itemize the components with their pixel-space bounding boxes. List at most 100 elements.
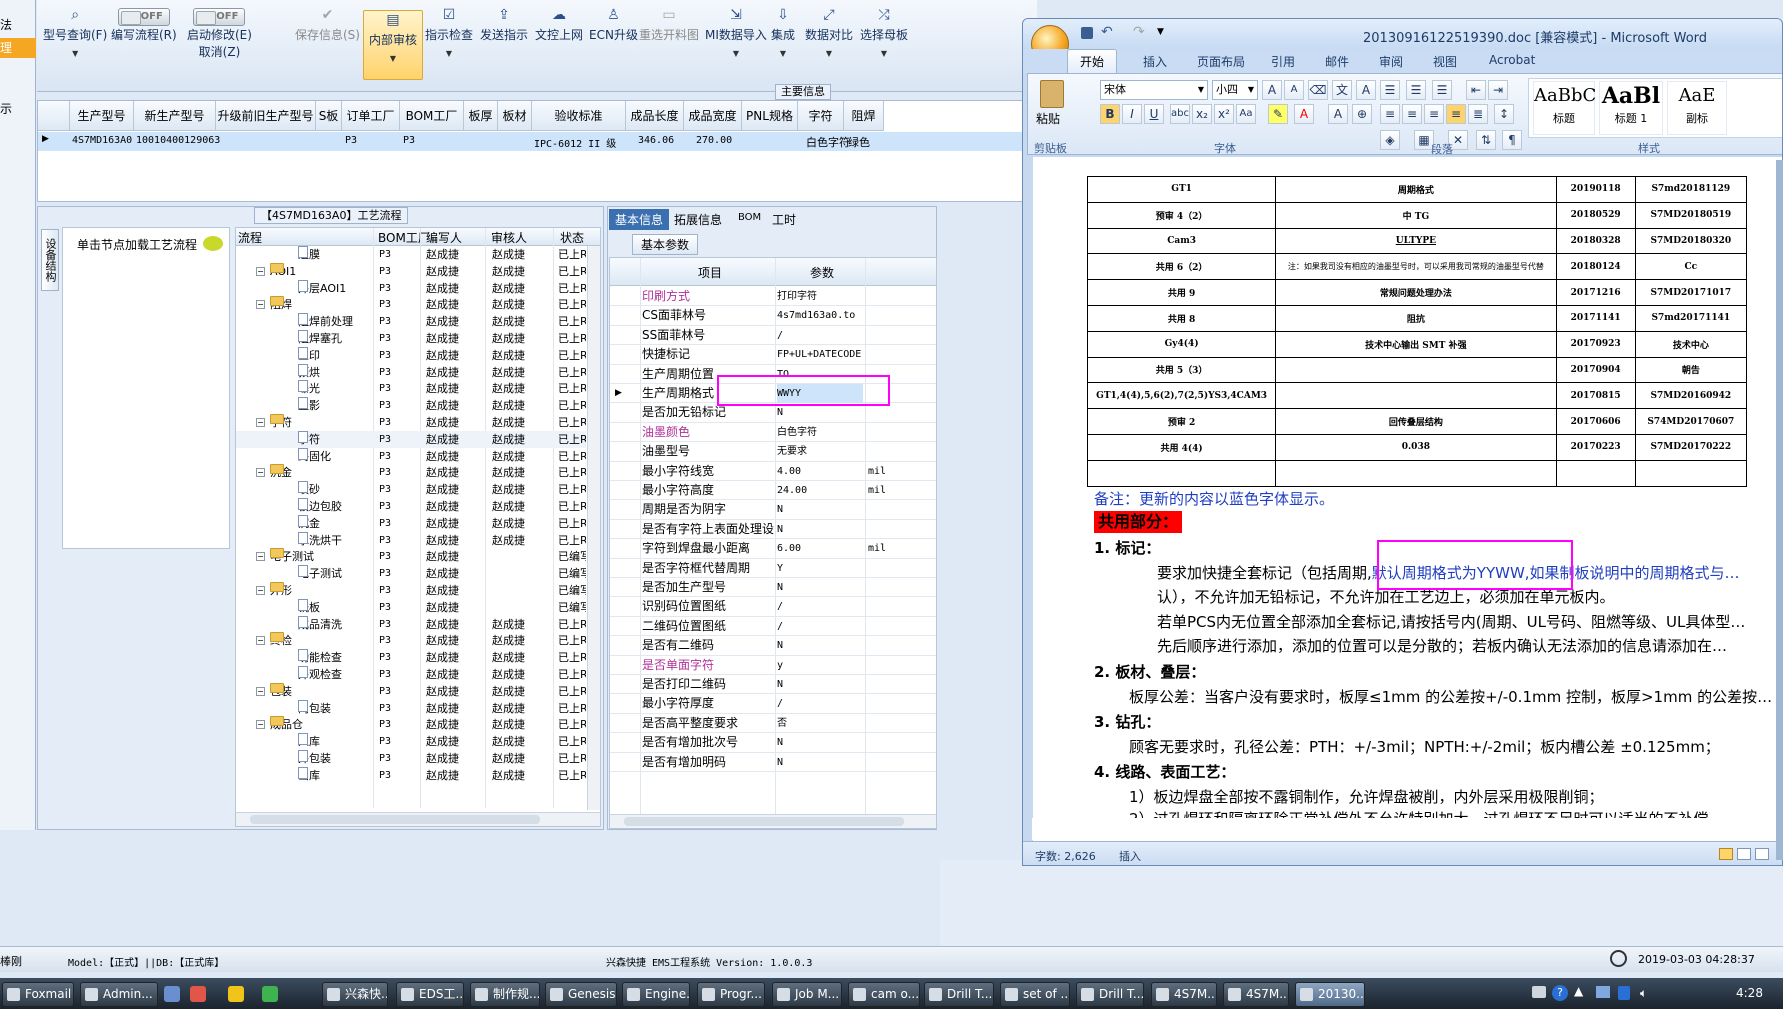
- cell-length[interactable]: 346.06: [638, 135, 674, 146]
- cell-order-factory[interactable]: P3: [345, 135, 357, 146]
- collapse-icon[interactable]: −: [256, 686, 265, 696]
- table-cell[interactable]: S7MD20180320: [1634, 227, 1748, 255]
- tree-row[interactable]: 外包装 P3 赵成捷 赵成捷 已上R: [236, 750, 586, 767]
- tree-row[interactable]: −字符 P3 赵成捷 赵成捷 已上R: [236, 414, 586, 431]
- table-cell[interactable]: 20171141: [1555, 304, 1636, 332]
- distribute-icon[interactable]: ≣: [1468, 104, 1488, 124]
- data-compare-button[interactable]: ⤢ 数据对比 ▼: [805, 8, 853, 58]
- tree-node-label[interactable]: 内包装: [298, 699, 331, 717]
- column-header[interactable]: 阻焊: [844, 101, 884, 131]
- column-header[interactable]: BOM工厂: [400, 101, 464, 131]
- param-value[interactable]: /: [777, 617, 863, 636]
- collapse-icon[interactable]: −: [256, 418, 265, 427]
- column-header[interactable]: BOM工厂: [378, 229, 430, 246]
- table-cell[interactable]: 阻抗: [1275, 304, 1557, 332]
- table-cell[interactable]: [1634, 459, 1748, 487]
- tab-acrobat[interactable]: Acrobat: [1489, 53, 1535, 67]
- column-header[interactable]: 升级前旧生产型号: [216, 101, 316, 131]
- table-cell[interactable]: 中 TG: [1275, 201, 1557, 229]
- tree-row[interactable]: 电子测试 P3 赵成捷 已编写: [236, 565, 586, 582]
- send-instruction-button[interactable]: ⇪ 发送指示: [480, 8, 528, 43]
- column-header[interactable]: 订单工厂: [342, 101, 400, 131]
- param-row[interactable]: 是否有二维码 N: [610, 636, 936, 656]
- table-cell[interactable]: [1275, 459, 1557, 487]
- param-row[interactable]: 识别码位置图纸 /: [610, 597, 936, 617]
- integrate-button[interactable]: ⇩ 集成 ▼: [771, 8, 795, 58]
- tree-row[interactable]: −AOI1 P3 赵成捷 赵成捷 已上R: [236, 262, 586, 280]
- collapse-icon[interactable]: −: [256, 266, 265, 276]
- ecn-upgrade-button[interactable]: ♙ ECN升级: [589, 8, 638, 43]
- edit-flow-toggle[interactable]: OFF 编写流程(R): [111, 8, 177, 43]
- param-value[interactable]: 白色字符: [777, 423, 863, 442]
- param-row[interactable]: 是否有字符上表面处理设计 N: [610, 520, 936, 540]
- font-size-select[interactable]: 小四 ▼: [1212, 80, 1258, 100]
- table-cell[interactable]: Cc: [1634, 253, 1748, 281]
- param-row[interactable]: SS面菲林号 /: [610, 326, 936, 346]
- column-header[interactable]: 新生产型号: [134, 101, 216, 131]
- collapse-icon[interactable]: −: [256, 300, 265, 310]
- tree-node-label[interactable]: AOI1: [270, 262, 296, 280]
- column-header[interactable]: 字符: [798, 101, 844, 131]
- param-value[interactable]: 否: [777, 714, 863, 733]
- tree-row[interactable]: − 成品仓 P3 赵成捷 赵成捷 已上R: [236, 716, 586, 733]
- tree-node-label[interactable]: 功能检查: [298, 649, 342, 666]
- tree-row[interactable]: 字符 P3 赵成捷 赵成捷 已上R: [236, 430, 586, 448]
- tab-layout[interactable]: 页面布局: [1197, 53, 1245, 70]
- tree-node-label[interactable]: 铣板: [298, 598, 320, 616]
- tab-review[interactable]: 审阅: [1379, 53, 1403, 70]
- param-value[interactable]: N: [777, 675, 863, 694]
- taskbar-button[interactable]: Drill T...: [924, 982, 994, 1007]
- table-cell[interactable]: 共用 8: [1086, 304, 1277, 332]
- param-value[interactable]: 4.00: [777, 462, 863, 481]
- table-cell[interactable]: GT1: [1086, 176, 1277, 203]
- table-cell[interactable]: 周期格式: [1275, 176, 1557, 203]
- mi-import-button[interactable]: ⇲ MI数据导入 ▼: [705, 8, 767, 58]
- table-cell[interactable]: 共用 6（2）: [1086, 253, 1277, 281]
- justify-icon[interactable]: ≡: [1446, 104, 1466, 124]
- table-cell[interactable]: 20190118: [1555, 176, 1636, 203]
- column-header[interactable]: 状态: [560, 229, 584, 246]
- table-cell[interactable]: 技术中心输出 SMT 补强: [1275, 330, 1557, 358]
- param-value[interactable]: /: [777, 326, 863, 345]
- increase-indent-icon[interactable]: ⇥: [1488, 80, 1508, 100]
- tree-row[interactable]: 外层AOI1 P3 赵成捷 赵成捷 已上R: [236, 279, 586, 297]
- word-count[interactable]: 字数: 2,626: [1035, 848, 1096, 864]
- font-color-icon[interactable]: A: [1294, 104, 1314, 124]
- table-cell[interactable]: [1275, 382, 1557, 410]
- taskbar-button[interactable]: Admin...: [80, 982, 158, 1007]
- vertical-scrollbar[interactable]: [587, 246, 600, 810]
- style-subtitle[interactable]: AaE 副标: [1667, 81, 1727, 135]
- cell-model[interactable]: 4S7MD163A0: [72, 135, 132, 146]
- tree-row[interactable]: 功能检查 P3 赵成捷 赵成捷 已上R: [236, 649, 586, 666]
- tree-node-label[interactable]: 电子测试: [270, 548, 314, 565]
- qat-dropdown-icon[interactable]: ▼: [1157, 27, 1164, 37]
- tree-node-label[interactable]: 外包装: [298, 750, 331, 767]
- left-strip-item[interactable]: 理: [0, 38, 36, 58]
- cell-bom-factory[interactable]: P3: [403, 135, 415, 146]
- decrease-indent-icon[interactable]: ⇤: [1466, 80, 1486, 100]
- horizontal-scrollbar[interactable]: [236, 812, 600, 826]
- param-value[interactable]: /: [777, 597, 863, 616]
- param-row[interactable]: 最小字符厚度 /: [610, 694, 936, 714]
- taskbar-button[interactable]: Job M...: [772, 982, 842, 1007]
- param-row[interactable]: 字符到焊盘最小距离 6.00 mil: [610, 539, 936, 559]
- param-row[interactable]: 是否字符框代替周期 Y: [610, 559, 936, 578]
- tree-node-label[interactable]: 出库: [298, 766, 320, 784]
- param-value[interactable]: N: [777, 403, 863, 422]
- sub-tab-basic-params[interactable]: 基本参数: [632, 234, 699, 255]
- align-left-icon[interactable]: ≡: [1380, 104, 1400, 124]
- table-cell[interactable]: ULTYPE: [1275, 227, 1557, 255]
- param-value[interactable]: /: [777, 694, 863, 713]
- tab-basic-info[interactable]: 基本信息: [609, 209, 670, 230]
- param-row[interactable]: 最小字符高度 24.00 mil: [610, 481, 936, 501]
- table-cell[interactable]: 技术中心: [1634, 330, 1748, 358]
- column-header[interactable]: PNL规格: [742, 101, 798, 131]
- save-icon[interactable]: [1081, 27, 1093, 39]
- change-case-icon[interactable]: Aa: [1236, 104, 1256, 124]
- param-value[interactable]: N: [777, 733, 863, 752]
- tree-row[interactable]: 阻焊塞孔 P3 赵成捷 赵成捷 已上R: [236, 330, 586, 347]
- tree-row[interactable]: 板边包胶 P3 赵成捷 赵成捷 已上R: [236, 498, 586, 515]
- table-cell[interactable]: 预审 2: [1086, 408, 1277, 435]
- tree-row[interactable]: 阻焊前处理 P3 赵成捷 赵成捷 已上R: [236, 313, 586, 330]
- table-cell[interactable]: Cam3: [1086, 227, 1277, 255]
